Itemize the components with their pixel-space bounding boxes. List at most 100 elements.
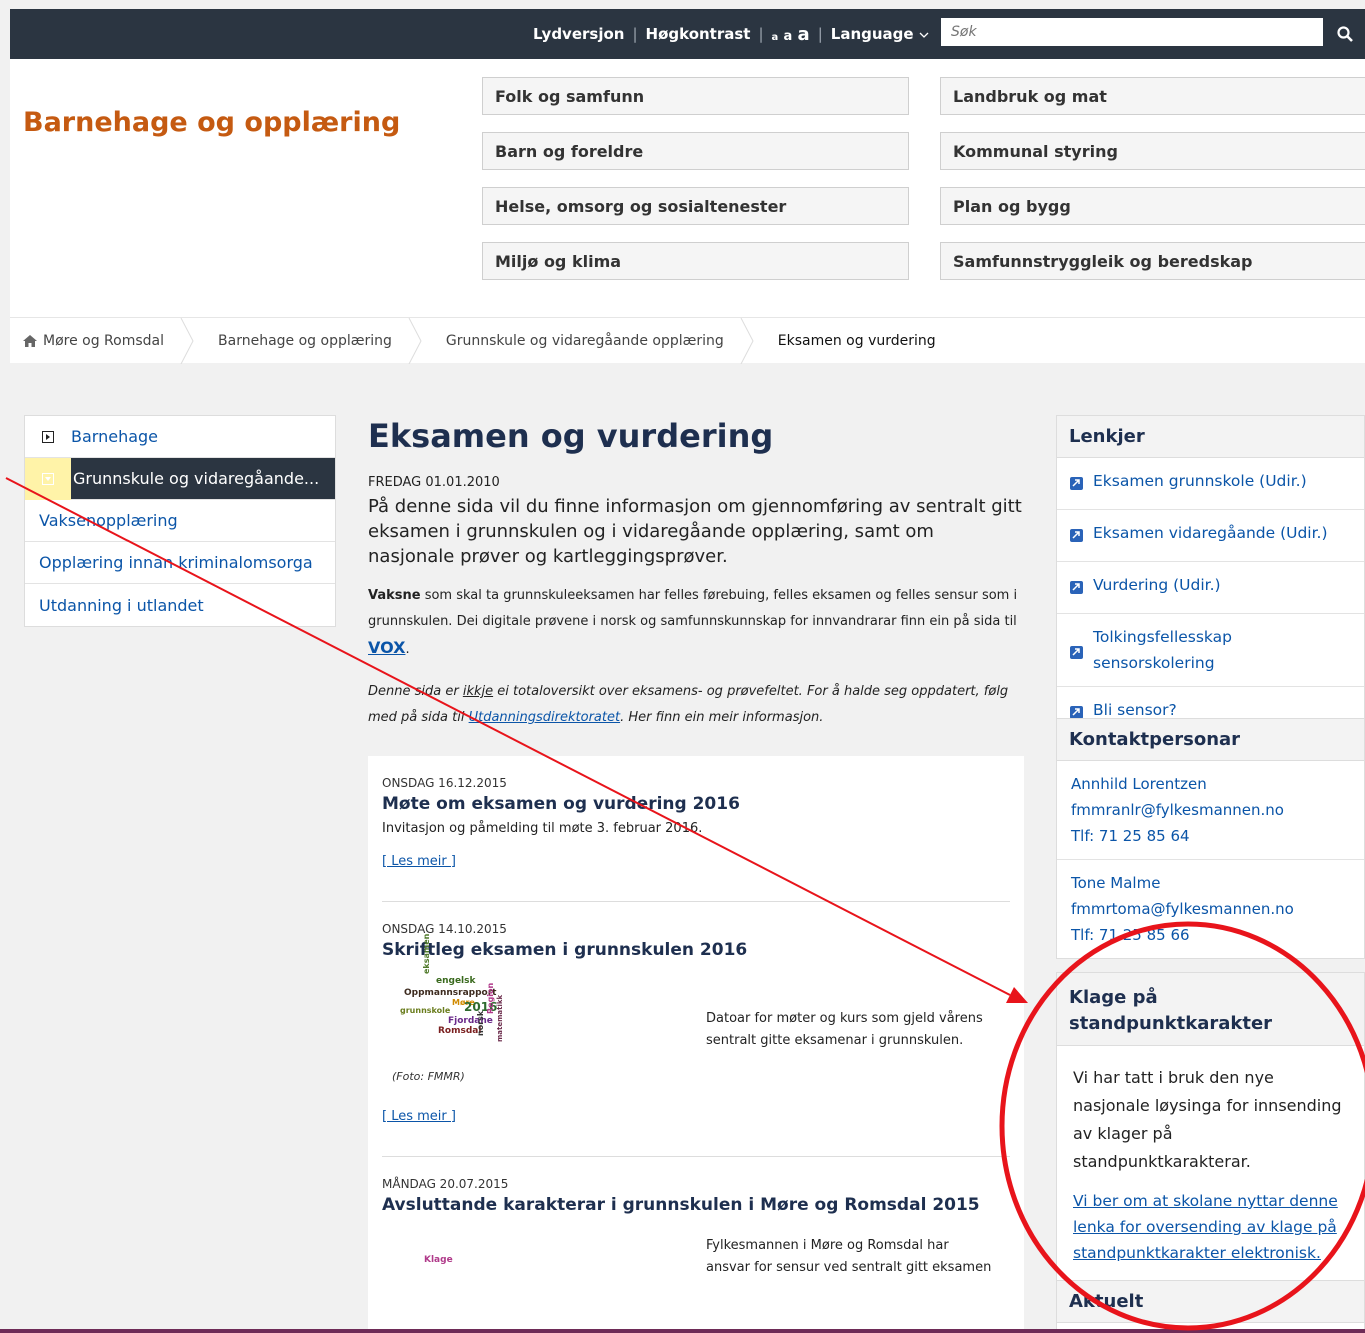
contact-phone: Tlf: 71 25 85 64: [1071, 827, 1190, 845]
complaint-link[interactable]: Vi ber om at skolane nyttar denne lenka …: [1057, 1186, 1364, 1284]
contact-person: Tone Malme fmmrtoma@fylkesmannen.no Tlf:…: [1057, 860, 1364, 958]
high-contrast-link[interactable]: Høgkontrast: [638, 25, 759, 43]
accessibility-tools: Lydversjon | Høgkontrast | a a a | Langu…: [525, 9, 937, 59]
contact-email[interactable]: fmmrtoma@fylkesmannen.no: [1071, 896, 1350, 922]
text-size-large[interactable]: a: [798, 24, 810, 45]
image-caption: (Foto: FMMR): [392, 1070, 465, 1083]
breadcrumb: Møre og Romsdal Barnehage og opplæring G…: [10, 317, 1365, 364]
link-label: Vurdering (Udir.): [1093, 576, 1221, 594]
breadcrumb-label: Grunnskule og vidaregåande opplæring: [445, 332, 724, 349]
nav-miljo-og-klima[interactable]: Miljø og klima: [482, 242, 909, 280]
news-image-row: Klage Fylkesmannen i Møre og Romsdal har…: [382, 1225, 1010, 1333]
emphasis-text: ikkje: [462, 684, 494, 699]
breadcrumb-grunnskule[interactable]: Grunnskule og vidaregåande opplæring: [422, 317, 754, 364]
site-header: Barnehage og opplæring Folk og samfunn B…: [10, 59, 1365, 317]
word-cloud-word: Romsdal: [438, 1026, 482, 1036]
news-date: MÅNDAG 20.07.2015: [382, 1177, 509, 1191]
nav-plan-og-bygg[interactable]: Plan og bygg: [940, 187, 1365, 225]
word-cloud-image[interactable]: engelsk Oppmannsrapport Møre grunnskole …: [398, 934, 518, 1044]
language-menu[interactable]: Language: [823, 25, 937, 43]
news-box: Aktuelt: [1056, 1280, 1365, 1333]
contact-email[interactable]: fmmranlr@fylkesmannen.no: [1071, 797, 1350, 823]
word-cloud-word: eksamen: [422, 933, 431, 974]
collapse-icon[interactable]: [42, 472, 54, 485]
language-label: Language: [830, 25, 914, 43]
breadcrumb-label: Barnehage og opplæring: [218, 332, 392, 349]
text-size-small[interactable]: a: [772, 32, 779, 43]
news-item: ONSDAG 16.12.2015 Møte om eksamen og vur…: [382, 756, 1010, 902]
nav-kommunal-styring[interactable]: Kommunal styring: [940, 132, 1365, 170]
page-title: Eksamen og vurdering: [368, 417, 774, 455]
home-icon: [23, 334, 37, 347]
link-eksamen-vidaregaande[interactable]: Eksamen vidaregåande (Udir.): [1057, 510, 1364, 562]
top-bar: Lydversjon | Høgkontrast | a a a | Langu…: [10, 9, 1365, 59]
word-cloud-image[interactable]: Klage: [402, 1245, 522, 1315]
disclaimer-paragraph: Denne sida er ikkje ei totaloversikt ove…: [368, 679, 1024, 731]
nav-item-vaksenopplaering[interactable]: Vaksenopplæring: [25, 500, 335, 542]
nav-folk-og-samfunn[interactable]: Folk og samfunn: [482, 77, 909, 115]
news-date: ONSDAG 16.12.2015: [382, 776, 507, 790]
link-tolkingsfellesskap[interactable]: Tolkingsfellesskap sensorskolering: [1057, 614, 1364, 687]
contact-name[interactable]: Annhild Lorentzen: [1071, 771, 1350, 797]
expand-icon[interactable]: [42, 430, 54, 443]
paragraph-text: . Her finn ein meir informasjon.: [620, 710, 824, 725]
nav-item-label: Barnehage: [71, 427, 159, 446]
text-size-selector: a a a: [764, 24, 818, 45]
news-item: MÅNDAG 20.07.2015 Avsluttande karakterar…: [382, 1157, 1010, 1333]
read-more-link[interactable]: [ Les meir ]: [382, 854, 456, 869]
search-input[interactable]: [941, 18, 1323, 46]
breadcrumb-barnehage[interactable]: Barnehage og opplæring: [194, 317, 422, 364]
link-label: Eksamen vidaregåande (Udir.): [1093, 524, 1328, 542]
breadcrumb-home[interactable]: Møre og Romsdal: [10, 317, 194, 364]
external-link-icon: [1070, 581, 1083, 594]
nav-landbruk-og-mat[interactable]: Landbruk og mat: [940, 77, 1365, 115]
complaint-heading: Klage på standpunktkarakter: [1057, 973, 1364, 1046]
chevron-down-icon: [919, 32, 929, 38]
link-vurdering[interactable]: Vurdering (Udir.): [1057, 562, 1364, 614]
paragraph-text: .: [405, 642, 410, 657]
breadcrumb-label: Møre og Romsdal: [43, 332, 165, 349]
text-size-medium[interactable]: a: [784, 29, 793, 44]
udir-link[interactable]: Utdanningsdirektoratet: [469, 710, 620, 725]
nav-item-utlandet[interactable]: Utdanning i utlandet: [25, 584, 335, 626]
main-content: Eksamen og vurdering FREDAG 01.01.2010 P…: [368, 410, 1024, 731]
news-title[interactable]: Skriftleg eksamen i grunnskulen 2016: [382, 940, 1010, 960]
breadcrumb-separator: [740, 317, 754, 364]
news-summary: Datoar for møter og kurs som gjeld våren…: [706, 1011, 983, 1048]
breadcrumb-current: Eksamen og vurdering: [754, 318, 966, 364]
nav-item-barnehage[interactable]: Barnehage: [25, 416, 335, 458]
word-cloud-word: matematikk: [496, 994, 504, 1042]
external-link-icon: [1070, 646, 1083, 659]
contact-phone: Tlf: 71 25 85 66: [1071, 926, 1190, 944]
link-label: Tolkingsfellesskap sensorskolering: [1093, 628, 1232, 672]
word-cloud-word: Fjordane: [448, 1016, 493, 1026]
nav-item-kriminalomsorg[interactable]: Opplæring innan kriminalomsorga: [25, 542, 335, 584]
paragraph-text: som skal ta grunnskuleeksamen har felles…: [368, 588, 1018, 629]
search-button[interactable]: [1324, 9, 1365, 59]
nav-barn-og-foreldre[interactable]: Barn og foreldre: [482, 132, 909, 170]
news-date: ONSDAG 14.10.2015: [382, 922, 507, 936]
news-title[interactable]: Møte om eksamen og vurdering 2016: [382, 794, 1010, 814]
nav-item-grunnskule[interactable]: Grunnskule og vidaregåande...: [25, 457, 335, 500]
news-summary: Fylkesmannen i Møre og Romsdal har ansva…: [706, 1238, 992, 1275]
read-more-link[interactable]: [ Les meir ]: [382, 1109, 456, 1124]
links-box: Lenkjer Eksamen grunnskole (Udir.) Eksam…: [1056, 415, 1365, 739]
links-heading: Lenkjer: [1057, 416, 1364, 458]
site-title[interactable]: Barnehage og opplæring: [23, 107, 400, 138]
bold-text: Vaksne: [368, 588, 421, 603]
news-summary: Invitasjon og påmelding til møte 3. febr…: [382, 821, 703, 836]
vox-link[interactable]: VOX: [368, 638, 405, 657]
nav-helse-omsorg[interactable]: Helse, omsorg og sosialtenester: [482, 187, 909, 225]
news-title[interactable]: Avsluttande karakterar i grunnskulen i M…: [382, 1195, 1010, 1215]
nav-samfunnstryggleik[interactable]: Samfunnstryggleik og beredskap: [940, 242, 1365, 280]
breadcrumb-label: Eksamen og vurdering: [777, 332, 936, 349]
search-icon: [1336, 26, 1353, 42]
external-link-icon: [1070, 529, 1083, 542]
section-nav: Barnehage Grunnskule og vidaregåande... …: [24, 415, 336, 627]
window-bottom-border: [0, 1329, 1365, 1333]
link-eksamen-grunnskole[interactable]: Eksamen grunnskole (Udir.): [1057, 458, 1364, 510]
contact-name[interactable]: Tone Malme: [1071, 870, 1350, 896]
audio-version-link[interactable]: Lydversjon: [525, 25, 632, 43]
nav-item-label: Grunnskule og vidaregåande...: [73, 469, 320, 488]
complaint-box: Klage på standpunktkarakter Vi har tatt …: [1056, 972, 1365, 1285]
